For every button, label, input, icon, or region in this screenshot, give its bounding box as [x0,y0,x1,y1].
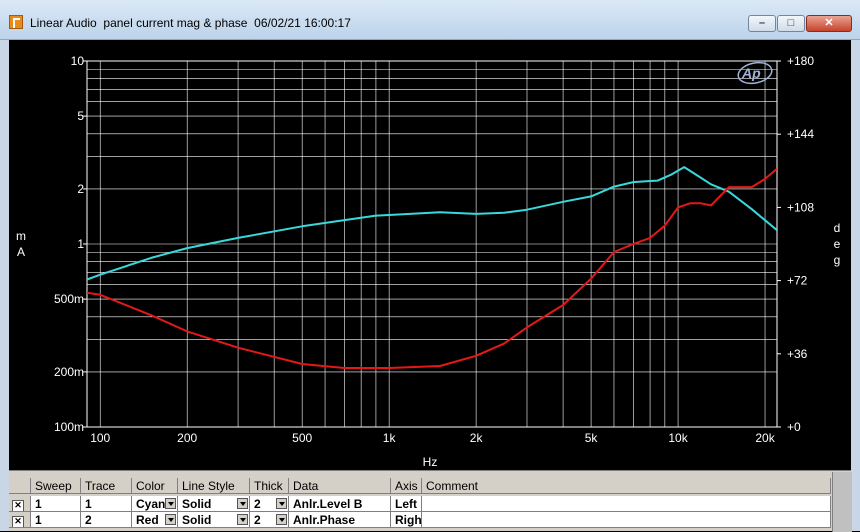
trace-enable-checkbox[interactable]: ✕ [9,496,31,512]
graph-plot: 100 200 500 1k 2k 5k 10k 20k 10521500m200m100m … [9,40,851,470]
line-style-select[interactable]: Solid [178,496,250,512]
x-tick-label: 10k [668,431,688,445]
header-checkbox-column [9,478,31,494]
line-style-value: Solid [182,513,212,527]
thick-value: 2 [254,513,261,527]
right-tick-label: +180 [787,54,814,68]
window-title: Linear Audio panel current mag & phase 0… [30,16,351,30]
vertical-scrollbar[interactable] [832,472,852,532]
line-style-select[interactable]: Solid [178,512,250,528]
left-tick-label: 100m [54,420,84,434]
left-tick-label: 5 [77,109,84,123]
left-axis-label-char: m [16,229,26,243]
right-axis-label-char: g [834,253,841,267]
x-tick-label: 2k [470,431,484,445]
header-comment[interactable]: Comment [422,478,831,494]
chevron-down-icon[interactable] [276,498,287,509]
close-button[interactable]: ✕ [806,15,852,32]
right-tick-label: +0 [787,420,801,434]
color-value: Red [136,513,159,527]
chevron-down-icon[interactable] [165,498,176,509]
color-select[interactable]: Cyan [132,496,178,512]
trace-cell[interactable]: 1 [81,496,132,512]
grid [86,60,777,428]
header-axis[interactable]: Axis [391,478,422,494]
trace-table: Sweep Trace Color Line Style Thick Data … [9,470,852,532]
x-tick-label: 20k [755,431,775,445]
x-tick-label: 500 [292,431,312,445]
minimize-button[interactable]: – [748,15,776,32]
chevron-down-icon[interactable] [276,514,287,525]
color-select[interactable]: Red [132,512,178,528]
line-style-value: Solid [182,497,212,511]
right-tick-label: +108 [787,200,814,214]
checkbox-check-icon: ✕ [12,516,24,527]
x-tick-label: 200 [177,431,197,445]
table-row[interactable]: ✕ 1 1 Cyan Solid 2 Anlr.Level B Left [9,496,831,512]
trace-table-header: Sweep Trace Color Line Style Thick Data … [9,478,831,494]
right-axis-label: deg [834,221,841,267]
table-row[interactable]: ✕ 1 2 Red Solid 2 Anlr.Phase Righ [9,512,831,528]
left-tick-label: 10 [71,54,85,68]
thick-select[interactable]: 2 [250,496,289,512]
header-data[interactable]: Data [289,478,391,494]
header-color[interactable]: Color [132,478,178,494]
header-thick[interactable]: Thick [250,478,289,494]
x-tick-label: 1k [383,431,397,445]
color-value: Cyan [136,497,166,511]
x-axis-label: Hz [423,455,438,469]
window-frame-right [851,40,860,531]
right-tick-label: +72 [787,274,808,288]
app-icon [9,15,23,29]
trace-cell[interactable]: 2 [81,512,132,528]
chevron-down-icon[interactable] [237,498,248,509]
x-tick-label: 100 [90,431,110,445]
left-tick-label: 200m [54,365,84,379]
chevron-down-icon[interactable] [237,514,248,525]
x-tick-label: 5k [585,431,599,445]
right-tick-label: +36 [787,347,808,361]
left-tick-label: 500m [54,292,84,306]
right-axis-label-char: d [834,221,841,235]
checkbox-check-icon: ✕ [12,500,24,511]
data-cell[interactable]: Anlr.Phase [289,512,391,528]
comment-cell[interactable] [422,496,831,512]
thick-select[interactable]: 2 [250,512,289,528]
right-tick-label: +144 [787,127,814,141]
ap-logo-text: Ap [741,65,761,81]
sweep-cell[interactable]: 1 [31,512,81,528]
axis-cell[interactable]: Righ [391,512,422,528]
thick-value: 2 [254,497,261,511]
header-sweep[interactable]: Sweep [31,478,81,494]
maximize-button[interactable]: □ [777,15,805,32]
sweep-cell[interactable]: 1 [31,496,81,512]
chevron-down-icon[interactable] [165,514,176,525]
trace-enable-checkbox[interactable]: ✕ [9,512,31,528]
data-cell[interactable]: Anlr.Level B [289,496,391,512]
header-trace[interactable]: Trace [81,478,132,494]
left-axis-label-char: A [17,245,25,259]
left-tick-label: 1 [77,237,84,251]
axis-cell[interactable]: Left [391,496,422,512]
window-frame-left [0,40,9,531]
title-bar: Linear Audio panel current mag & phase 0… [0,0,860,40]
right-axis-label-char: e [834,237,841,251]
header-line-style[interactable]: Line Style [178,478,250,494]
left-tick-label: 2 [77,182,84,196]
comment-cell[interactable] [422,512,831,528]
